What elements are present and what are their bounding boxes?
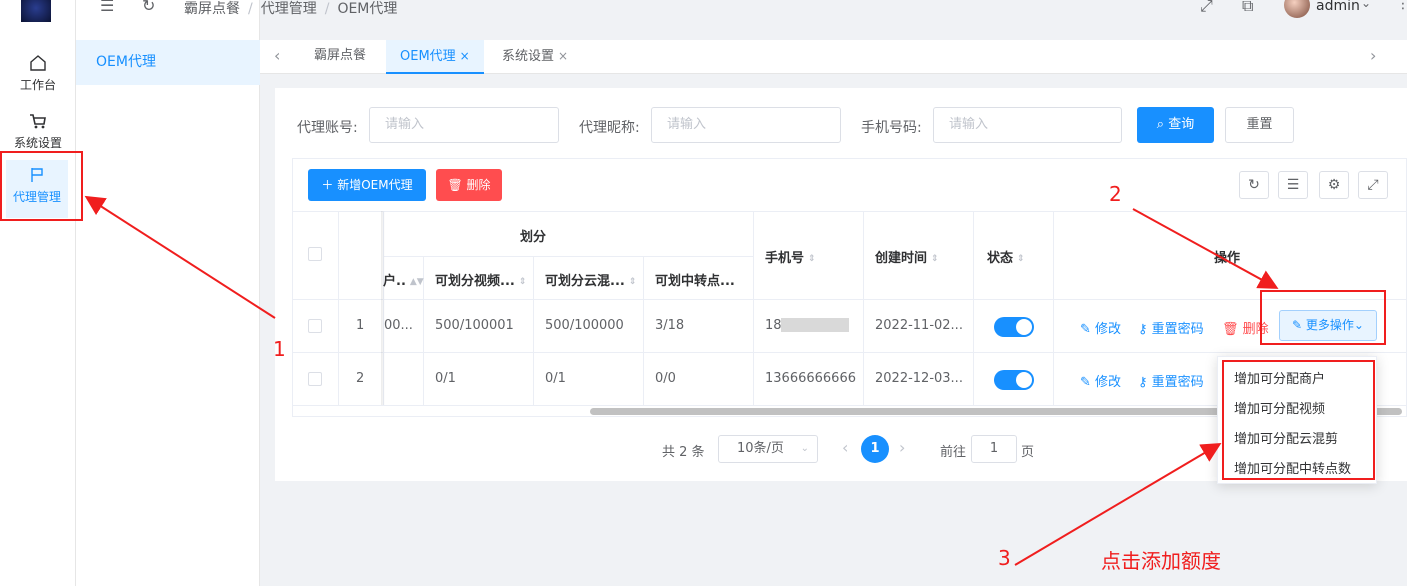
annotation-arrows (84, 195, 1279, 566)
annotation-number-3: 3 (998, 546, 1011, 570)
annotation-number-2: 2 (1109, 182, 1122, 206)
annotation-caption: 点击添加额度 (1101, 549, 1221, 573)
annotation-number-1: 1 (273, 337, 286, 361)
